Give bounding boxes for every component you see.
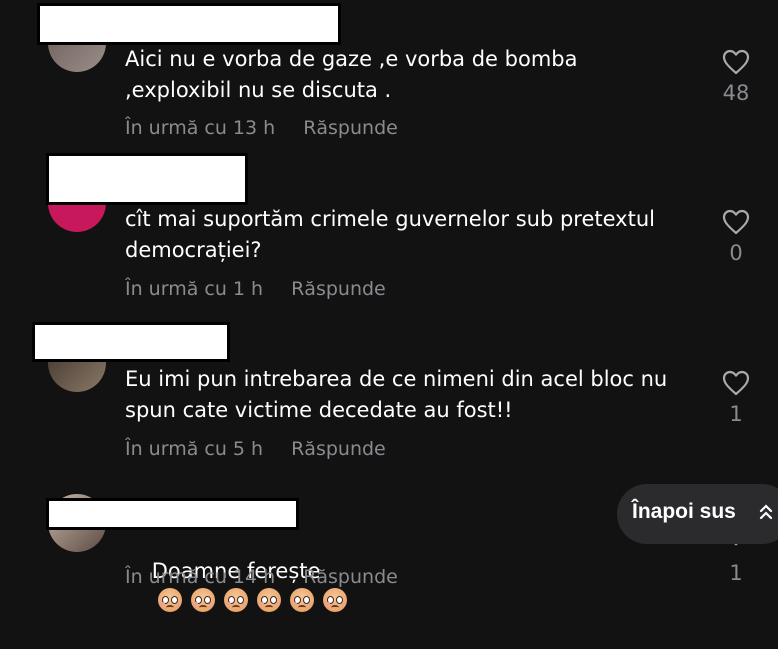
like-button[interactable]: 0	[714, 209, 758, 265]
like-button[interactable]: 1	[714, 370, 758, 426]
back-to-top-label: Înapoi sus	[632, 500, 736, 523]
emoji-row	[157, 588, 356, 614]
pleading-face-icon	[190, 588, 215, 612]
like-count: 1	[729, 561, 743, 585]
comment-time: În urmă cu 1 h	[125, 278, 264, 300]
double-chevron-up-icon	[759, 504, 773, 520]
comment-time: În urmă cu 14 h	[125, 566, 276, 588]
heart-icon	[722, 209, 750, 235]
reply-button[interactable]: Răspunde	[303, 566, 398, 588]
reply-button[interactable]: Răspunde	[291, 278, 386, 300]
pleading-face-icon	[289, 588, 314, 612]
like-button[interactable]: 48	[714, 49, 758, 105]
comment-text: cît mai suportăm crimele guvernelor sub …	[125, 207, 655, 262]
comment-meta: În urmă cu 14 h Răspunde	[125, 566, 398, 588]
heart-icon	[722, 370, 750, 396]
pleading-face-icon	[157, 588, 182, 612]
pleading-face-icon	[256, 588, 281, 612]
pleading-face-icon	[322, 588, 347, 612]
back-to-top-button[interactable]: Înapoi sus	[617, 484, 778, 544]
comment-text: Eu imi pun intrebarea de ce nimeni din a…	[125, 367, 668, 422]
comment-meta: În urmă cu 13 h Răspunde	[125, 117, 398, 139]
comment-time: În urmă cu 5 h	[125, 438, 264, 460]
comment-meta: În urmă cu 5 h Răspunde	[125, 438, 386, 460]
redacted-username	[32, 322, 230, 362]
comment-meta: În urmă cu 1 h Răspunde	[125, 278, 386, 300]
like-count: 0	[729, 241, 743, 265]
comment-time: În urmă cu 13 h	[125, 117, 276, 139]
pleading-face-icon	[223, 588, 248, 612]
heart-icon	[722, 49, 750, 75]
like-count: 1	[729, 402, 743, 426]
comment-text: Aici nu e vorba de gaze ,e vorba de bomb…	[125, 47, 578, 102]
redacted-username	[37, 3, 341, 45]
like-count: 48	[722, 81, 750, 105]
reply-button[interactable]: Răspunde	[303, 117, 398, 139]
redacted-username	[46, 153, 248, 205]
reply-button[interactable]: Răspunde	[291, 438, 386, 460]
